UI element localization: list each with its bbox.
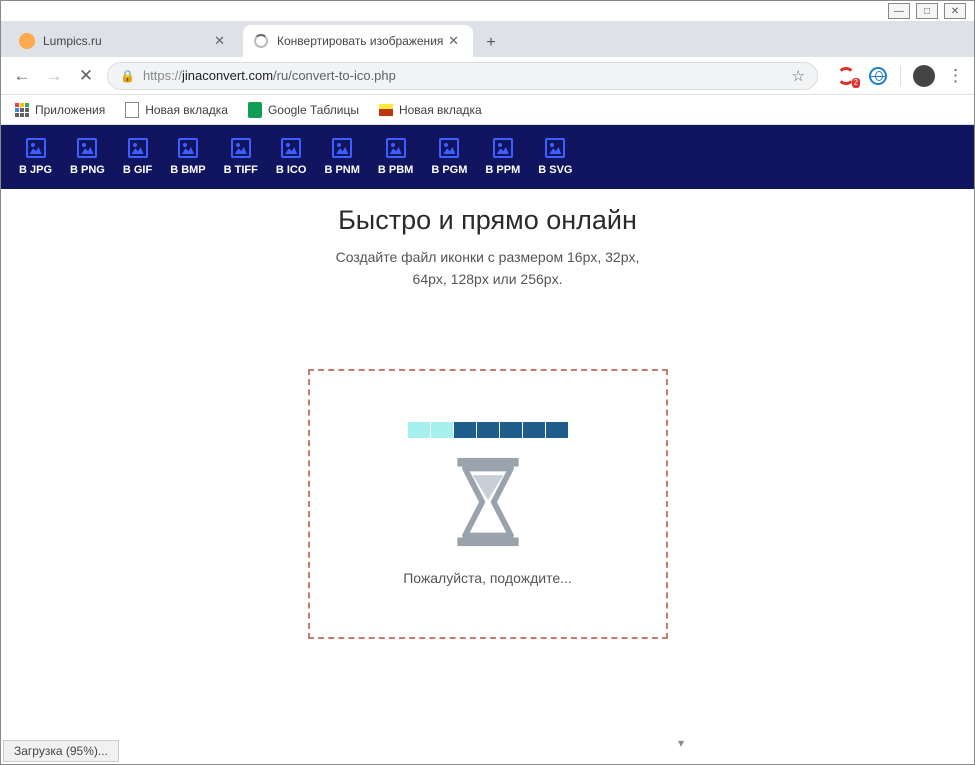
forward-button[interactable]: → bbox=[43, 66, 65, 86]
extension-icons: 2 ⋮ bbox=[836, 65, 964, 87]
maximize-button[interactable]: □ bbox=[916, 3, 938, 19]
image-icon bbox=[231, 138, 251, 158]
image-icon bbox=[77, 138, 97, 158]
translate-extension-icon[interactable] bbox=[868, 66, 888, 86]
format-tiff[interactable]: B TIFF bbox=[224, 138, 258, 176]
bookmark-label: Приложения bbox=[35, 103, 105, 117]
favicon-lumpics-icon bbox=[19, 33, 35, 49]
bookmark-apps[interactable]: Приложения bbox=[15, 103, 105, 117]
upload-dropzone[interactable]: Пожалуйста, подождите... bbox=[308, 369, 668, 639]
apps-icon bbox=[15, 103, 29, 117]
tab-bar: Lumpics.ru ✕ Конвертировать изображения … bbox=[1, 21, 974, 57]
format-pgm[interactable]: B PGM bbox=[431, 138, 467, 176]
image-icon bbox=[178, 138, 198, 158]
separator bbox=[900, 66, 901, 86]
sheets-icon bbox=[248, 102, 262, 118]
format-ppm[interactable]: B PPM bbox=[485, 138, 520, 176]
tab-lumpics[interactable]: Lumpics.ru ✕ bbox=[9, 25, 239, 57]
format-pbm[interactable]: B PBM bbox=[378, 138, 413, 176]
picture-icon bbox=[379, 104, 393, 116]
bookmark-label: Новая вкладка bbox=[399, 103, 482, 117]
tab-close-icon[interactable]: ✕ bbox=[444, 33, 463, 49]
stop-button[interactable]: ✕ bbox=[75, 66, 97, 86]
scroll-down-icon[interactable]: ▾ bbox=[678, 736, 684, 750]
format-gif[interactable]: B GIF bbox=[123, 138, 152, 176]
format-pnm[interactable]: B PNM bbox=[324, 138, 359, 176]
profile-avatar[interactable] bbox=[913, 65, 935, 87]
progress-block bbox=[431, 422, 453, 438]
page-headline: Быстро и прямо онлайн bbox=[1, 205, 974, 236]
bookmark-label: Новая вкладка bbox=[145, 103, 228, 117]
bookmark-label: Google Таблицы bbox=[268, 103, 359, 117]
page-icon bbox=[125, 102, 139, 118]
image-icon bbox=[332, 138, 352, 158]
lock-icon: 🔒 bbox=[120, 69, 135, 83]
image-icon bbox=[128, 138, 148, 158]
progress-bar bbox=[408, 422, 568, 438]
window-titlebar: — □ ✕ bbox=[1, 1, 974, 21]
minimize-button[interactable]: — bbox=[888, 3, 910, 19]
url: https://jinaconvert.com/ru/convert-to-ic… bbox=[143, 68, 396, 83]
page-content: Быстро и прямо онлайн Создайте файл икон… bbox=[1, 189, 974, 639]
page-subtitle-2: 64px, 128px или 256px. bbox=[1, 268, 974, 290]
image-icon bbox=[439, 138, 459, 158]
format-svg[interactable]: B SVG bbox=[538, 138, 572, 176]
page-subtitle-1: Создайте файл иконки с размером 16px, 32… bbox=[1, 246, 974, 268]
format-jpg[interactable]: B JPG bbox=[19, 138, 52, 176]
loading-text: Пожалуйста, подождите... bbox=[403, 570, 572, 586]
image-icon bbox=[26, 138, 46, 158]
status-bar: Загрузка (95%)... bbox=[3, 740, 119, 762]
format-nav: B JPG B PNG B GIF B BMP B TIFF B ICO B P… bbox=[1, 125, 974, 189]
new-tab-button[interactable]: + bbox=[477, 29, 505, 57]
bookmarks-bar: Приложения Новая вкладка Google Таблицы … bbox=[1, 95, 974, 125]
progress-block bbox=[477, 422, 499, 438]
image-icon bbox=[386, 138, 406, 158]
tab-title: Lumpics.ru bbox=[43, 34, 210, 48]
toolbar: ← → ✕ 🔒 https://jinaconvert.com/ru/conve… bbox=[1, 57, 974, 95]
tab-close-icon[interactable]: ✕ bbox=[210, 33, 229, 49]
image-icon bbox=[493, 138, 513, 158]
bookmark-newtab-1[interactable]: Новая вкладка bbox=[125, 102, 228, 118]
image-icon bbox=[281, 138, 301, 158]
close-window-button[interactable]: ✕ bbox=[944, 3, 966, 19]
image-icon bbox=[545, 138, 565, 158]
opera-extension-icon[interactable]: 2 bbox=[836, 66, 856, 86]
back-button[interactable]: ← bbox=[11, 66, 33, 86]
bookmark-newtab-2[interactable]: Новая вкладка bbox=[379, 103, 482, 117]
bookmark-sheets[interactable]: Google Таблицы bbox=[248, 102, 359, 118]
tab-jinaconvert[interactable]: Конвертировать изображения ✕ bbox=[243, 25, 473, 57]
progress-block bbox=[408, 422, 430, 438]
hourglass-icon bbox=[449, 456, 527, 548]
format-png[interactable]: B PNG bbox=[70, 138, 105, 176]
progress-block bbox=[523, 422, 545, 438]
format-ico[interactable]: B ICO bbox=[276, 138, 307, 176]
progress-block bbox=[454, 422, 476, 438]
progress-block bbox=[546, 422, 568, 438]
progress-block bbox=[500, 422, 522, 438]
tab-title: Конвертировать изображения bbox=[277, 34, 444, 48]
address-bar[interactable]: 🔒 https://jinaconvert.com/ru/convert-to-… bbox=[107, 62, 818, 90]
favicon-loading-icon bbox=[253, 33, 269, 49]
bookmark-star-icon[interactable]: ☆ bbox=[792, 67, 805, 85]
menu-button[interactable]: ⋮ bbox=[947, 66, 964, 86]
format-bmp[interactable]: B BMP bbox=[170, 138, 205, 176]
